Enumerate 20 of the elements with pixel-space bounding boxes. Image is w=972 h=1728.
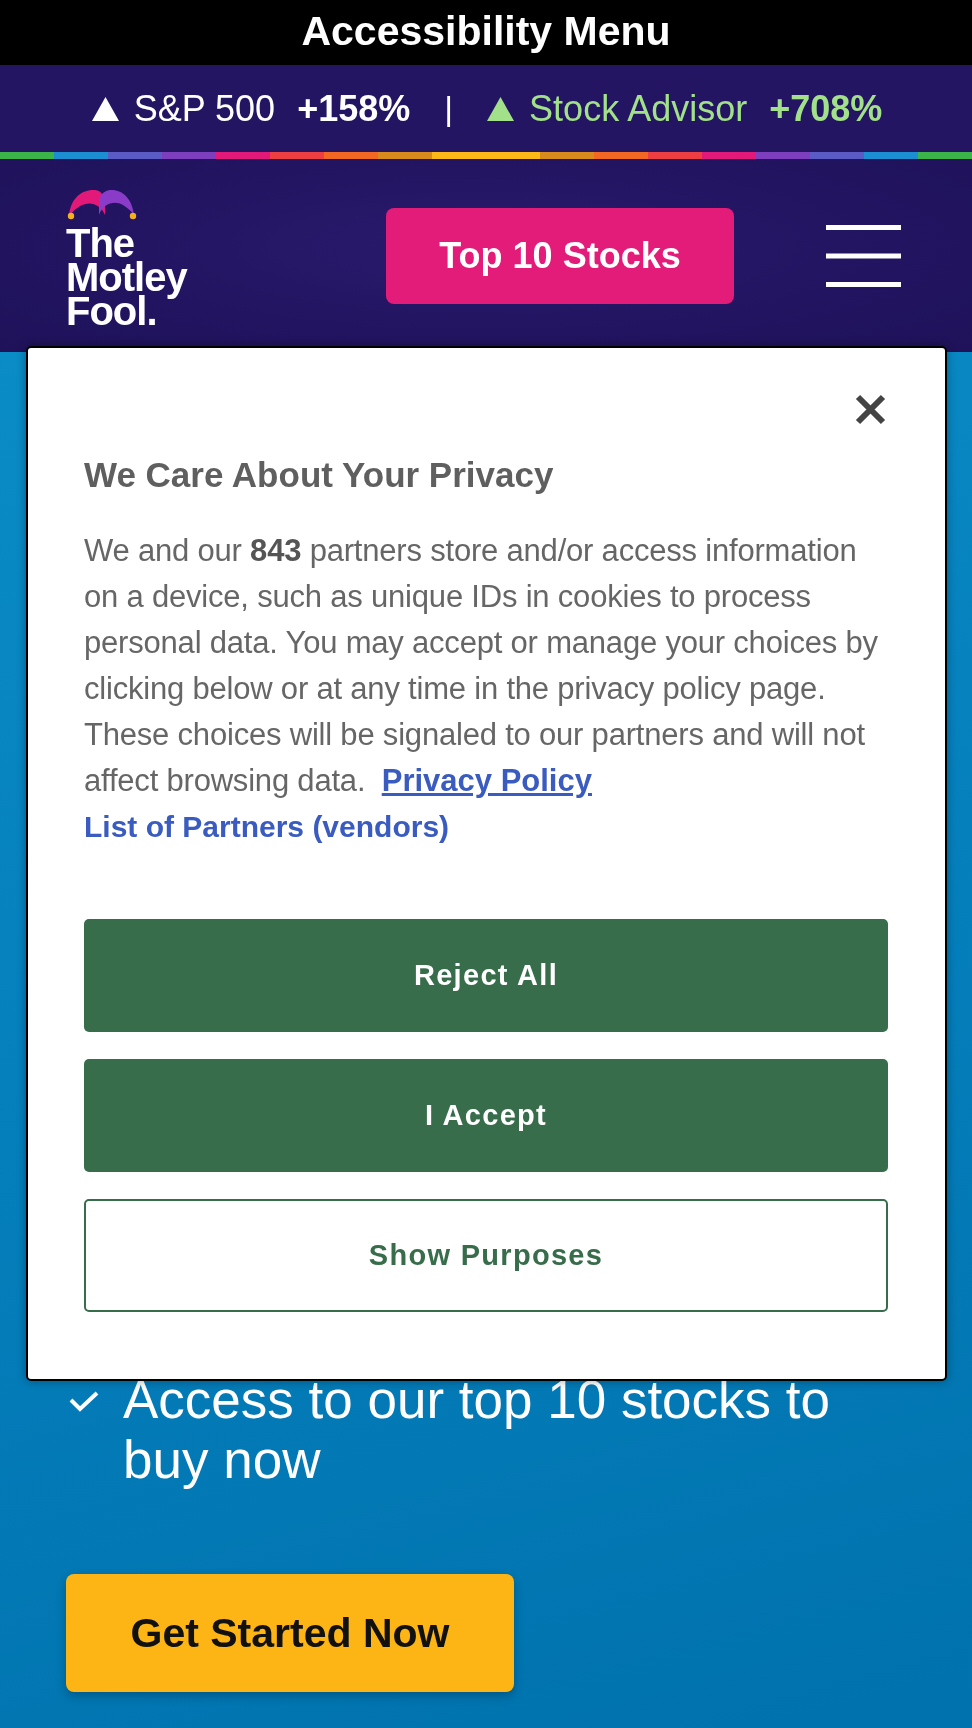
check-icon [68,1390,100,1412]
partners-link[interactable]: List of Partners (vendors) [84,804,450,850]
consent-button[interactable]: Show Purposes [84,1199,888,1312]
ticker-change: +158% [297,87,411,130]
privacy-policy-link[interactable]: Privacy Policy [381,763,592,798]
ticker-change: +708% [769,87,883,130]
dialog-title: We Care About Your Privacy [84,454,555,496]
consent-button[interactable]: I Accept [84,1059,888,1172]
accessibility-menu-button[interactable]: Accessibility Menu [0,0,972,65]
consent-text: We and our 843 partners store and/or access information on a device, such as unique IDs in cookies to process personal data. You may accept or manage your choices by clicking below or at any time in the privacy policy page. These choices will be signaled to our partners and will not affect browsing data. Privacy Policy [84,532,879,800]
benefit-text: Access to our top 10 stocks to buy now [123,1370,831,1490]
consent-button[interactable]: Reject All [84,919,888,1032]
close-icon[interactable] [854,393,887,426]
menu-icon[interactable] [826,224,901,287]
get-started-button[interactable]: Get Started Now [66,1574,514,1692]
logo-link[interactable]: The Motley Fool. [66,183,198,328]
top-stocks-button[interactable]: Top 10 Stocks [386,207,734,304]
ticker-separator: | [444,89,454,128]
ticker-label: S&P 500 [133,87,276,130]
ticker-label: Stock Advisor [529,87,748,130]
